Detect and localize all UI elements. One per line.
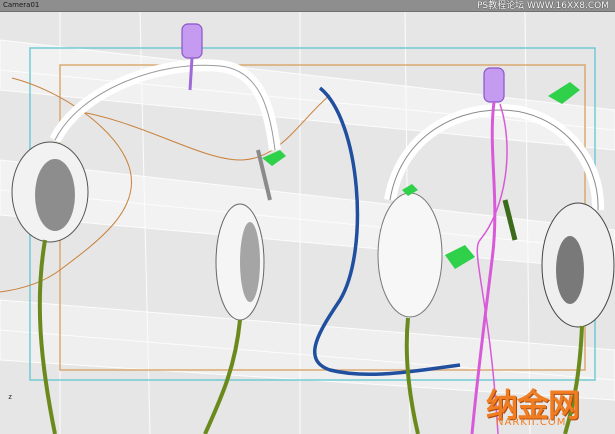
watermark-url: NARKII.COM [496,417,567,428]
watermark-top: PS教程论坛 WWW.16XX8.COM [476,1,609,11]
axis-label: z [8,393,13,401]
left-mic [181,23,203,59]
scene-render [0,10,615,434]
camera-label[interactable]: Camera01 [3,0,39,11]
front-earcup [377,192,443,318]
right-clip-icon [548,82,580,104]
right-mic [483,67,505,103]
left-clip-icon [262,150,286,166]
camera-viewport[interactable]: Camera01 PS教程论坛 WWW.16XX8.COM z 纳金网 NARK… [0,0,615,434]
